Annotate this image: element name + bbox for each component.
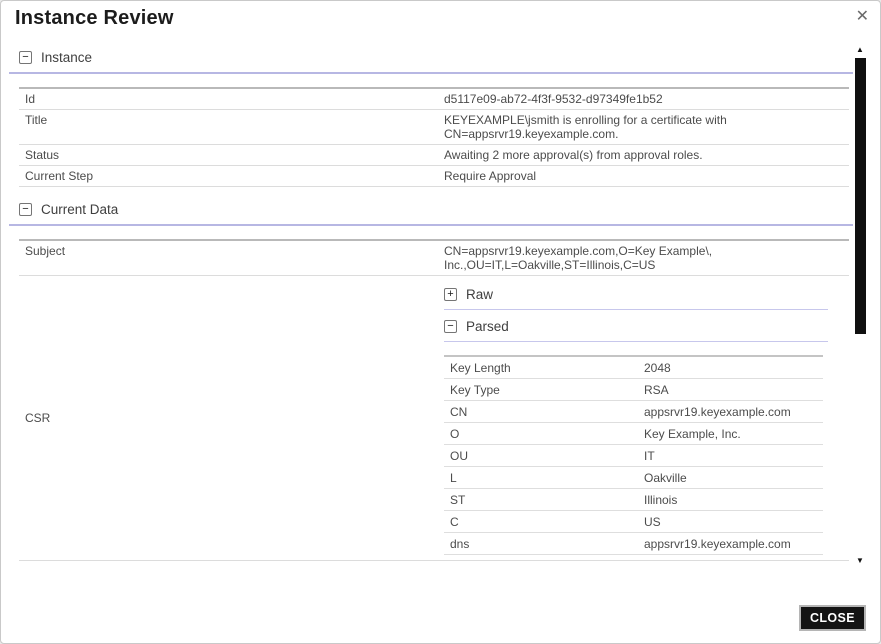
row-label: C xyxy=(444,511,638,533)
table-row-csr: CSR + Raw − Parsed Key Length 2 xyxy=(19,276,849,561)
table-row: dns appsrvr19.keyexample.com xyxy=(444,533,823,555)
scroll-up-arrow[interactable]: ▲ xyxy=(853,45,867,55)
section-current-data-label: Current Data xyxy=(41,201,118,218)
row-value: CN=appsrvr19.keyexample.com,O=Key Exampl… xyxy=(438,240,849,276)
row-value: IT xyxy=(638,445,823,467)
row-value: 2048 xyxy=(638,356,823,379)
row-label: Key Type xyxy=(444,379,638,401)
scrollbar[interactable]: ▲ ▼ xyxy=(853,45,867,566)
row-label: Title xyxy=(19,110,438,145)
row-label: L xyxy=(444,467,638,489)
table-row: Status Awaiting 2 more approval(s) from … xyxy=(19,145,849,166)
current-data-table: Subject CN=appsrvr19.keyexample.com,O=Ke… xyxy=(19,239,849,561)
row-label: dns xyxy=(444,533,638,555)
row-label: OU xyxy=(444,445,638,467)
row-label: Key Length xyxy=(444,356,638,379)
table-row: Id d5117e09-ab72-4f3f-9532-d97349fe1b52 xyxy=(19,88,849,110)
section-instance-label: Instance xyxy=(41,49,92,66)
table-row: Key Type RSA xyxy=(444,379,823,401)
table-row: ST Illinois xyxy=(444,489,823,511)
instance-review-dialog: Instance Review ✕ − Instance Id d5117e09… xyxy=(0,0,881,644)
close-icon[interactable]: ✕ xyxy=(856,8,869,26)
subsection-parsed-label: Parsed xyxy=(466,318,509,335)
row-value: RSA xyxy=(638,379,823,401)
close-button[interactable]: CLOSE xyxy=(799,605,866,631)
table-row: OU IT xyxy=(444,445,823,467)
table-row: O Key Example, Inc. xyxy=(444,423,823,445)
table-row: Title KEYEXAMPLE\jsmith is enrolling for… xyxy=(19,110,849,145)
row-value: KEYEXAMPLE\jsmith is enrolling for a cer… xyxy=(438,110,849,145)
parsed-csr-table: Key Length 2048 Key Type RSA CN appsrvr1… xyxy=(444,355,823,555)
collapse-icon[interactable]: − xyxy=(19,203,32,216)
row-label: ST xyxy=(444,489,638,511)
table-row: CN appsrvr19.keyexample.com xyxy=(444,401,823,423)
row-value: Illinois xyxy=(638,489,823,511)
dialog-title: Instance Review xyxy=(15,7,174,30)
table-row: Current Step Require Approval xyxy=(19,166,849,187)
row-value: Oakville xyxy=(638,467,823,489)
row-label: Status xyxy=(19,145,438,166)
row-value: Require Approval xyxy=(438,166,849,187)
table-row: L Oakville xyxy=(444,467,823,489)
subsection-raw-label: Raw xyxy=(466,286,493,303)
csr-value-cell: + Raw − Parsed Key Length 2048 xyxy=(438,276,849,561)
row-label: Subject xyxy=(19,240,438,276)
row-value: appsrvr19.keyexample.com xyxy=(638,401,823,423)
collapse-icon[interactable]: − xyxy=(19,51,32,64)
scroll-down-arrow[interactable]: ▼ xyxy=(853,556,867,566)
row-label: Current Step xyxy=(19,166,438,187)
subsection-header-parsed[interactable]: − Parsed xyxy=(444,318,828,342)
row-value: Awaiting 2 more approval(s) from approva… xyxy=(438,145,849,166)
table-row: C US xyxy=(444,511,823,533)
dialog-body: − Instance Id d5117e09-ab72-4f3f-9532-d9… xyxy=(9,43,854,566)
subsection-header-raw[interactable]: + Raw xyxy=(444,286,828,310)
section-header-current-data[interactable]: − Current Data xyxy=(9,201,854,226)
instance-table: Id d5117e09-ab72-4f3f-9532-d97349fe1b52 … xyxy=(19,87,849,187)
scrollbar-thumb[interactable] xyxy=(855,58,866,334)
row-value: appsrvr19.keyexample.com xyxy=(638,533,823,555)
table-row: Subject CN=appsrvr19.keyexample.com,O=Ke… xyxy=(19,240,849,276)
row-value: Key Example, Inc. xyxy=(638,423,823,445)
row-label: Id xyxy=(19,88,438,110)
row-value: d5117e09-ab72-4f3f-9532-d97349fe1b52 xyxy=(438,88,849,110)
section-header-instance[interactable]: − Instance xyxy=(9,49,854,74)
table-row: Key Length 2048 xyxy=(444,356,823,379)
row-label: CSR xyxy=(19,276,438,561)
row-label: CN xyxy=(444,401,638,423)
expand-icon[interactable]: + xyxy=(444,288,457,301)
row-value: US xyxy=(638,511,823,533)
collapse-icon[interactable]: − xyxy=(444,320,457,333)
row-label: O xyxy=(444,423,638,445)
